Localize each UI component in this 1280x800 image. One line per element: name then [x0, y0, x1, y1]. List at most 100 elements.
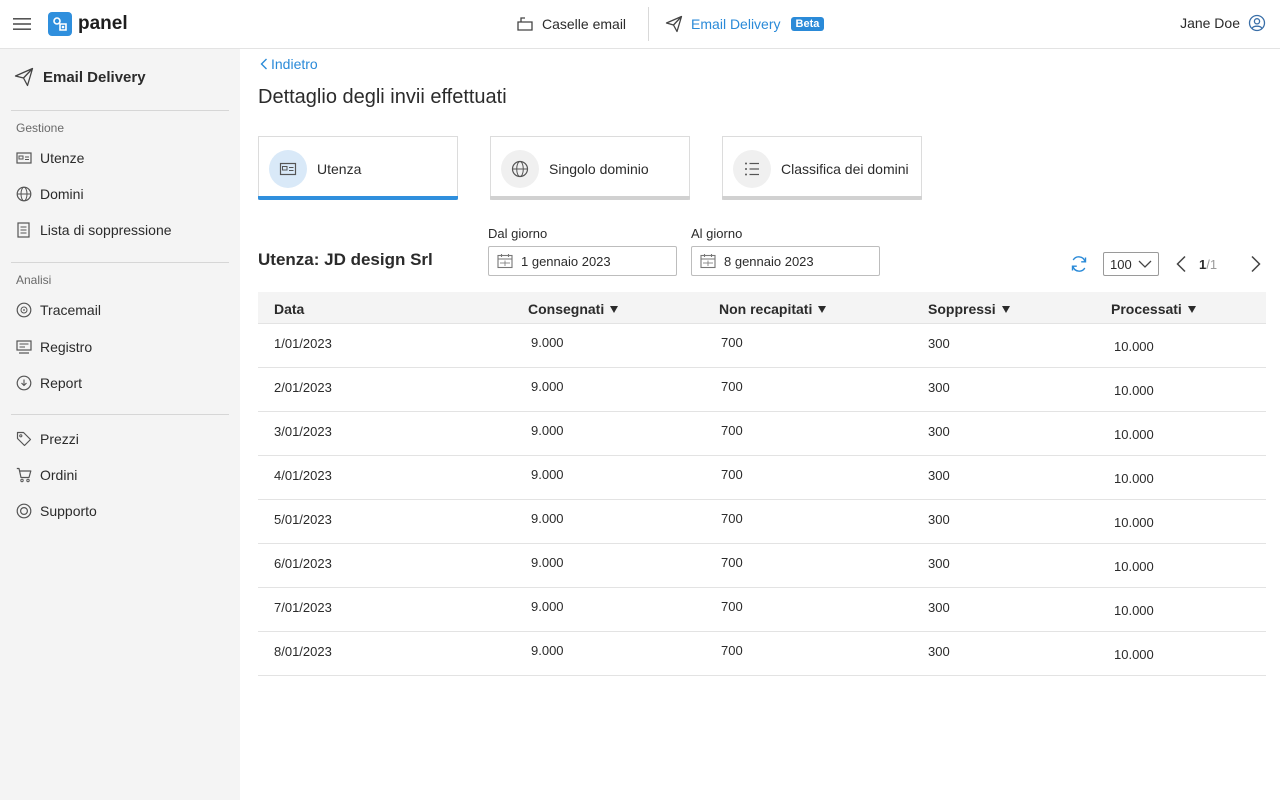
column-header-label: Processati — [1111, 301, 1182, 317]
cell-data: 2/01/2023 — [274, 380, 332, 395]
user-menu[interactable]: Jane Doe — [1180, 14, 1266, 32]
chevron-down-icon — [1138, 260, 1152, 268]
lifebuoy-icon — [16, 503, 32, 519]
date-from-group: Dal giorno 1 gennaio 2023 — [488, 226, 677, 276]
log-icon — [16, 340, 32, 354]
date-from-label: Dal giorno — [488, 226, 548, 241]
cart-icon — [16, 467, 32, 483]
column-header-processati[interactable]: Processati — [1111, 301, 1196, 317]
top-bar: panel Caselle email Email Delivery Beta … — [0, 0, 1280, 49]
table-row[interactable]: 6/01/2023 9.000 700 300 10.000 — [258, 544, 1266, 588]
sidebar-item-ordini[interactable]: Ordini — [16, 465, 77, 485]
table-row[interactable]: 7/01/2023 9.000 700 300 10.000 — [258, 588, 1266, 632]
date-from-input[interactable]: 1 gennaio 2023 — [488, 246, 677, 276]
sort-caret-icon — [1187, 305, 1196, 313]
sidebar-item-prezzi[interactable]: Prezzi — [16, 429, 79, 449]
cell-data: 1/01/2023 — [274, 336, 332, 351]
sort-caret-icon — [610, 305, 619, 313]
table-row[interactable]: 8/01/2023 9.000 700 300 10.000 — [258, 632, 1266, 676]
topnav-email-delivery-label: Email Delivery — [691, 16, 781, 32]
sidebar: Email Delivery Gestione Utenze Domini Li… — [0, 49, 240, 800]
cell-non-recapitati: 700 — [721, 467, 743, 482]
sidebar-item-domini[interactable]: Domini — [16, 184, 84, 204]
sidebar-item-lista-soppressione[interactable]: Lista di soppressione — [16, 220, 172, 240]
cell-data: 3/01/2023 — [274, 424, 332, 439]
cell-consegnati: 9.000 — [531, 423, 564, 438]
app-logo[interactable]: panel — [48, 12, 128, 36]
tab-label: Singolo dominio — [549, 160, 649, 177]
tag-icon — [16, 431, 32, 447]
refresh-icon[interactable] — [1069, 254, 1089, 274]
column-header-consegnati[interactable]: Consegnati — [528, 301, 619, 317]
column-header-data[interactable]: Data — [274, 301, 304, 317]
topnav-email-delivery[interactable]: Email Delivery Beta — [649, 0, 840, 48]
sidebar-item-label: Prezzi — [40, 431, 79, 447]
cell-processati: 10.000 — [1114, 383, 1154, 398]
cell-non-recapitati: 700 — [721, 643, 743, 658]
cell-non-recapitati: 700 — [721, 379, 743, 394]
tab-classifica-domini[interactable]: Classifica dei domini — [722, 136, 922, 200]
sidebar-title[interactable]: Email Delivery — [14, 67, 146, 87]
account-card-icon — [269, 149, 307, 188]
cell-processati: 10.000 — [1114, 471, 1154, 486]
beta-badge: Beta — [790, 17, 825, 31]
cell-processati: 10.000 — [1114, 339, 1154, 354]
target-icon — [16, 302, 32, 318]
pager-prev-icon[interactable] — [1175, 255, 1187, 273]
hamburger-menu-icon[interactable] — [12, 14, 32, 34]
cell-non-recapitati: 700 — [721, 555, 743, 570]
cell-data: 7/01/2023 — [274, 600, 332, 615]
cell-soppressi: 300 — [928, 600, 950, 615]
list-document-icon — [17, 222, 30, 238]
pager-total: /1 — [1206, 257, 1218, 272]
chevron-left-icon — [260, 58, 267, 70]
sidebar-item-utenze[interactable]: Utenze — [16, 148, 84, 168]
table-row[interactable]: 4/01/2023 9.000 700 300 10.000 — [258, 456, 1266, 500]
cell-non-recapitati: 700 — [721, 511, 743, 526]
date-to-input[interactable]: 8 gennaio 2023 — [691, 246, 880, 276]
sidebar-item-tracemail[interactable]: Tracemail — [16, 300, 101, 320]
sidebar-item-supporto[interactable]: Supporto — [16, 501, 97, 521]
tab-utenza[interactable]: Utenza — [258, 136, 458, 200]
sidebar-item-label: Ordini — [40, 467, 78, 483]
table-row[interactable]: 1/01/2023 9.000 700 300 10.000 — [258, 324, 1266, 368]
cloud-download-icon — [16, 375, 32, 391]
user-circle-icon — [1248, 14, 1266, 32]
section-title: Utenza: JD design Srl — [258, 250, 433, 269]
sidebar-item-report[interactable]: Report — [16, 373, 82, 393]
table-row[interactable]: 3/01/2023 9.000 700 300 10.000 — [258, 412, 1266, 456]
tab-singolo-dominio[interactable]: Singolo dominio — [490, 136, 690, 200]
table-row[interactable]: 2/01/2023 9.000 700 300 10.000 — [258, 368, 1266, 412]
sidebar-divider — [11, 262, 229, 263]
table-header: Data Consegnati Non recapitati Soppressi… — [258, 292, 1266, 324]
cell-non-recapitati: 700 — [721, 335, 743, 350]
cell-soppressi: 300 — [928, 424, 950, 439]
sidebar-divider — [11, 110, 229, 111]
cell-consegnati: 9.000 — [531, 555, 564, 570]
cell-consegnati: 9.000 — [531, 511, 564, 526]
page-size-value: 100 — [1110, 256, 1132, 272]
sidebar-divider — [11, 414, 229, 415]
column-header-non-recapitati[interactable]: Non recapitati — [719, 301, 827, 317]
topnav-caselle-email[interactable]: Caselle email — [516, 7, 650, 41]
globe-icon — [16, 186, 32, 202]
date-to-label: Al giorno — [691, 226, 743, 241]
sidebar-item-registro[interactable]: Registro — [16, 337, 92, 357]
sort-caret-icon — [818, 305, 827, 313]
cell-processati: 10.000 — [1114, 647, 1154, 662]
cell-data: 5/01/2023 — [274, 512, 332, 527]
cell-non-recapitati: 700 — [721, 599, 743, 614]
pager-status: 1/1 — [1199, 257, 1217, 272]
column-header-soppressi[interactable]: Soppressi — [928, 301, 1010, 317]
sidebar-item-label: Registro — [40, 339, 93, 355]
table-row[interactable]: 5/01/2023 9.000 700 300 10.000 — [258, 500, 1266, 544]
topnav-caselle-label: Caselle email — [542, 16, 627, 32]
puzzle-logo-icon — [48, 12, 72, 36]
back-link[interactable]: Indietro — [260, 56, 318, 72]
page-size-select[interactable]: 100 — [1103, 252, 1159, 276]
cell-consegnati: 9.000 — [531, 467, 564, 482]
pager-next-icon[interactable] — [1250, 255, 1262, 273]
column-header-label: Consegnati — [528, 301, 605, 317]
sidebar-item-label: Report — [40, 375, 83, 391]
date-from-value: 1 gennaio 2023 — [521, 253, 611, 269]
